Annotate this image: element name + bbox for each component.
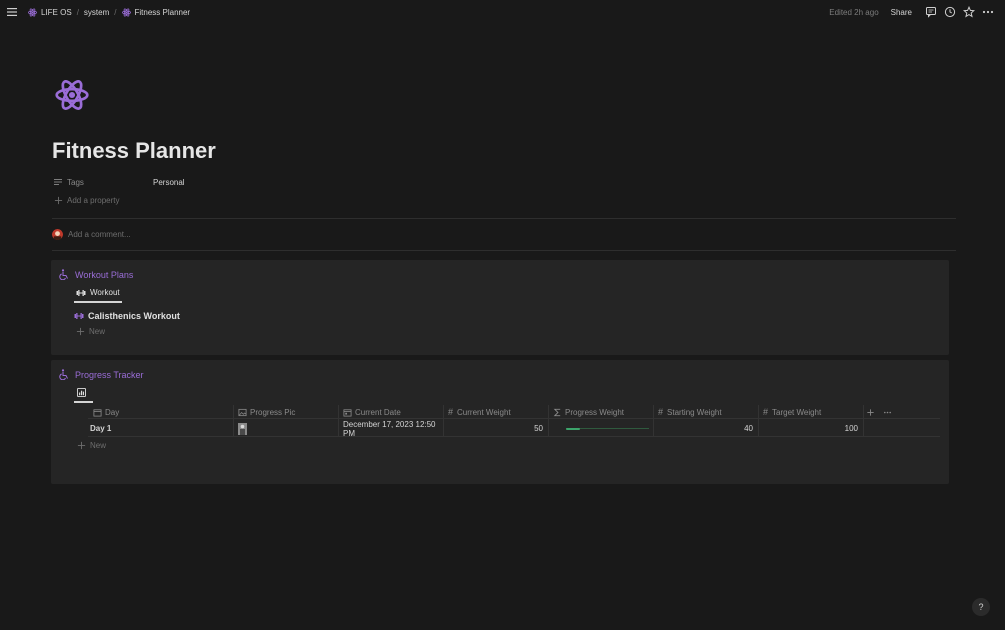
star-icon[interactable] [962,6,975,18]
column-label: Target Weight [772,407,822,417]
workout-plans-header[interactable]: Workout Plans [59,269,133,280]
new-item-button[interactable]: New [76,327,105,336]
atom-icon [28,8,37,16]
page-title: Fitness Planner [52,138,216,163]
column-options-button[interactable] [879,405,895,419]
cell-progress-pic[interactable] [238,420,258,437]
cell-day[interactable]: Day 1 [90,420,190,437]
plus-icon [77,441,86,450]
hash-icon: # [448,407,454,417]
column-header-progress-weight[interactable]: Progress Weight [548,405,652,419]
tab-workout[interactable]: Workout [76,288,120,297]
breadcrumb-item-fitness-planner[interactable]: Fitness Planner [120,8,193,17]
cell-target-weight[interactable]: 100 [758,420,858,437]
atom-icon [121,8,131,16]
cell-current-weight[interactable]: 50 [443,420,543,437]
plus-icon [54,196,63,205]
tab-chart-view[interactable] [77,388,86,397]
add-property-label: Add a property [67,196,120,205]
accessibility-icon [59,269,68,280]
photo-thumbnail [238,422,247,435]
column-header-starting-weight[interactable]: # Starting Weight [653,405,757,419]
property-value[interactable]: Personal [153,178,185,187]
breadcrumb-label: system [83,7,110,17]
column-header-current-date[interactable]: Current Date [338,405,442,419]
list-icon [54,179,62,185]
add-column-button[interactable] [862,405,878,419]
progress-bar [566,427,649,430]
avatar [52,229,63,240]
column-header-day[interactable]: Day [88,405,192,419]
dumbbell-icon [74,313,84,319]
more-icon [883,411,892,413]
add-property-button[interactable]: Add a property [54,196,119,205]
accessibility-icon [59,369,68,380]
top-bar: LIFE OS / system / Fitness Planner Edite… [0,0,1005,24]
breadcrumb-label: Fitness Planner [134,7,191,17]
block-title: Workout Plans [75,269,134,280]
progress-bar-fill [566,427,581,430]
top-actions: Edited 2h ago Share [829,0,997,24]
hash-icon: # [658,407,664,417]
comment-input[interactable]: Add a comment... [52,229,131,240]
breadcrumb-item-system[interactable]: system [82,8,111,17]
column-label: Day [105,407,120,417]
tab-underline [74,301,122,303]
column-label: Starting Weight [667,407,722,417]
tab-underline [74,401,93,403]
dumbbell-icon [76,289,86,296]
help-button[interactable]: ? [972,598,990,616]
more-icon[interactable] [982,6,994,18]
property-row-tags[interactable]: Tags Personal [53,176,185,188]
image-icon [238,408,247,416]
column-header-current-weight[interactable]: # Current Weight [443,405,547,419]
clock-icon[interactable] [944,6,956,18]
progress-tracker-header[interactable]: Progress Tracker [59,369,144,380]
breadcrumb-separator: / [76,7,79,17]
calendar-icon [93,408,102,417]
edited-timestamp: Edited 2h ago [829,7,879,17]
share-button[interactable]: Share [891,8,912,17]
column-label: Current Date [355,407,401,417]
list-item-label: Calisthenics Workout [88,311,180,321]
property-label: Tags [67,177,84,187]
formula-icon [553,408,561,416]
comment-icon[interactable] [925,6,937,18]
new-item-label: New [89,327,106,336]
breadcrumb-label: LIFE OS [41,7,72,17]
column-header-target-weight[interactable]: # Target Weight [758,405,862,419]
progress-tracker-block: Progress Tracker Day Progress Pic Curren… [51,360,949,484]
comment-placeholder: Add a comment... [68,230,131,239]
breadcrumb-item-life-os[interactable]: LIFE OS [26,8,74,17]
calendar-icon [343,408,352,417]
table-row[interactable]: Day 1 December 17, 2023 12:50 PM 50 40 1… [88,420,940,438]
table-header: Day Progress Pic Current Date # Current … [88,405,940,419]
new-row-label: New [90,441,107,450]
column-label: Progress Weight [565,407,624,417]
tab-label: Workout [90,288,120,297]
cell-current-date[interactable]: December 17, 2023 12:50 PM [343,420,447,438]
new-row-button[interactable]: New [77,441,106,450]
menu-icon[interactable] [6,5,20,19]
plus-icon [867,408,874,416]
plus-icon [76,327,85,336]
workout-plans-block: Workout Plans Workout Calisthenics Worko… [51,260,949,355]
breadcrumb-separator: / [114,7,117,17]
column-label: Current Weight [457,407,511,417]
chart-icon [77,388,86,397]
column-label: Progress Pic [250,407,296,417]
divider [52,250,956,251]
breadcrumb: LIFE OS / system / Fitness Planner [26,0,192,24]
divider [52,218,956,219]
cell-starting-weight[interactable]: 40 [653,420,753,437]
column-header-progress-pic[interactable]: Progress Pic [233,405,337,419]
list-item[interactable]: Calisthenics Workout [74,311,180,321]
block-title: Progress Tracker [75,369,144,380]
hash-icon: # [763,407,769,417]
atom-icon[interactable] [54,76,90,114]
